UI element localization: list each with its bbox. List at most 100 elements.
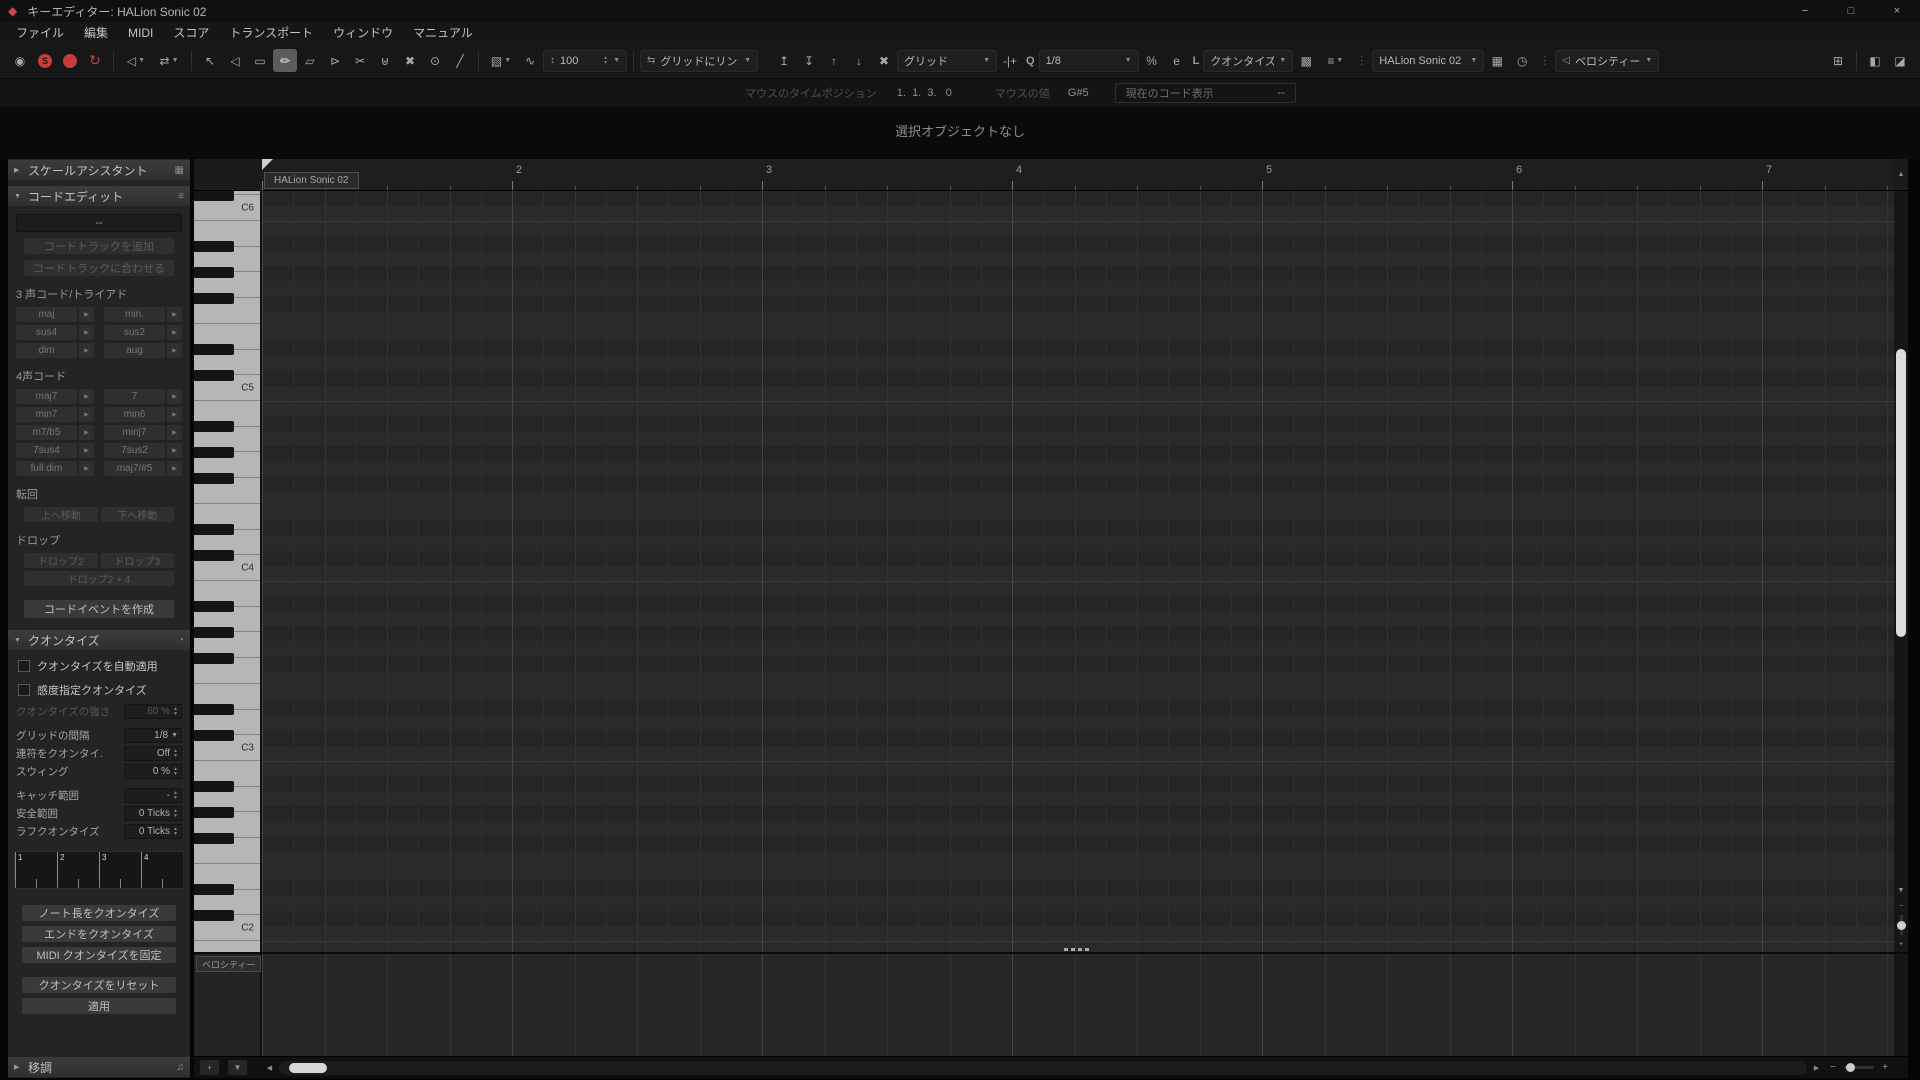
trim-tool-button[interactable]: ⊳: [323, 49, 347, 72]
lower-zone-button[interactable]: ◪: [1888, 49, 1912, 72]
chord-button-sus2[interactable]: sus2: [104, 325, 165, 340]
velocity-lane[interactable]: [262, 954, 1894, 1056]
zoom-preset-menu-button[interactable]: ▼: [228, 1060, 247, 1075]
add-chord-track-button[interactable]: コードトラックを追加: [24, 238, 174, 254]
transpose-down-button[interactable]: ↓: [847, 49, 871, 72]
scrub-tool-button[interactable]: ◁: [223, 49, 247, 72]
param-field-1[interactable]: 1/8 ▼: [124, 728, 182, 743]
menu-item-3[interactable]: スコア: [163, 22, 219, 43]
section-header-transpose[interactable]: ▶ 移調 ♫: [8, 1057, 190, 1077]
chord-button-maj7[interactable]: maj7: [16, 389, 77, 404]
piano-key-black[interactable]: [194, 601, 234, 613]
param-field-2[interactable]: Off ▲ ▼: [124, 746, 182, 761]
param-field-3[interactable]: 0 % ▲ ▼: [124, 764, 182, 779]
horizontal-zoom-handle[interactable]: [1846, 1063, 1855, 1072]
draw-tool-button[interactable]: ✏: [273, 49, 297, 72]
horizontal-zoom-in-button[interactable]: +: [1878, 1060, 1892, 1075]
match-chord-track-button[interactable]: コードトラックに合わせる: [24, 260, 174, 276]
quantize-ends-button[interactable]: エンドをクオンタイズ: [22, 926, 176, 942]
param-spinner[interactable]: ▲ ▼: [173, 808, 178, 819]
glue-tool-button[interactable]: ⊎: [373, 49, 397, 72]
chord-options-arrow-button[interactable]: ▶: [79, 443, 94, 458]
piano-key-black[interactable]: [194, 884, 234, 896]
event-colors-combo[interactable]: ◁ ベロシティー ▼: [1555, 49, 1660, 72]
chord-options-arrow-button[interactable]: ▶: [79, 325, 94, 340]
section-header-quantize[interactable]: ▼ クオンタイズ ◔: [8, 630, 190, 650]
velocity-lane-tag[interactable]: ベロシティー: [196, 956, 262, 972]
lane-resize-handle[interactable]: [1064, 948, 1092, 951]
time-format-button[interactable]: ◷: [1510, 49, 1534, 72]
chord-options-arrow-button[interactable]: ▶: [167, 343, 182, 358]
menu-item-5[interactable]: ウィンドウ: [323, 22, 403, 43]
zoom-tool-button[interactable]: ⊙: [423, 49, 447, 72]
snap-relative-button[interactable]: -|+: [998, 49, 1022, 72]
chord-options-arrow-button[interactable]: ▶: [79, 461, 94, 476]
menu-item-2[interactable]: MIDI: [118, 22, 163, 43]
chord-options-arrow-button[interactable]: ▶: [79, 407, 94, 422]
quantize-lengths-button[interactable]: ノート長をクオンタイズ: [22, 905, 176, 921]
piano-key-black[interactable]: [194, 369, 234, 381]
chord-button-maj75[interactable]: maj7/#5: [104, 461, 165, 476]
step-input-button[interactable]: ▩: [1294, 49, 1318, 72]
horizontal-scroll-thumb[interactable]: [289, 1062, 327, 1073]
chord-button-7sus4[interactable]: 7sus4: [16, 443, 77, 458]
apply-quantize-button[interactable]: 適用: [22, 998, 176, 1014]
solo-editor-pin-icon[interactable]: ◉: [8, 49, 32, 72]
link-to-grid-combo[interactable]: ⇆ グリッドにリンク ▼: [640, 49, 758, 72]
vertical-zoom-handle[interactable]: [1896, 921, 1906, 930]
color-tool-button[interactable]: ▧ ▼: [485, 49, 517, 72]
chord-button-minj7[interactable]: minj7: [104, 425, 165, 440]
piano-key-black[interactable]: [194, 781, 234, 793]
drop2-4-button[interactable]: ドロップ2 + 4: [24, 571, 174, 586]
move-down-button[interactable]: 下へ移動: [100, 507, 174, 522]
piano-key-black[interactable]: [194, 729, 234, 741]
length-spinner[interactable]: ▲ ▼: [603, 55, 608, 66]
menu-item-0[interactable]: ファイル: [6, 22, 74, 43]
auto-apply-checkbox[interactable]: [18, 660, 30, 672]
piano-key-black[interactable]: [194, 446, 234, 458]
param-spinner[interactable]: ▲ ▼: [173, 790, 178, 801]
chord-button-min[interactable]: min.: [104, 307, 165, 322]
chord-button-min6[interactable]: min6: [104, 407, 165, 422]
piano-key-black[interactable]: [194, 421, 234, 433]
chord-options-arrow-button[interactable]: ▶: [79, 307, 94, 322]
menu-item-1[interactable]: 編集: [74, 22, 118, 43]
note-length-group[interactable]: ↕ 100 ▲ ▼ ▼: [543, 49, 627, 72]
reset-quantize-button[interactable]: クオンタイズをリセット: [22, 977, 176, 993]
chord-options-arrow-button[interactable]: ▶: [79, 389, 94, 404]
scroll-up-button[interactable]: ▲: [1894, 159, 1908, 191]
piano-key-black[interactable]: [194, 241, 234, 253]
iq-checkbox[interactable]: [18, 684, 30, 696]
chord-options-arrow-button[interactable]: ▶: [167, 325, 182, 340]
horizontal-scroll-track[interactable]: [279, 1060, 1807, 1075]
piano-key-black[interactable]: [194, 909, 234, 921]
chord-options-arrow-button[interactable]: ▶: [167, 461, 182, 476]
autoscroll-button[interactable]: ⇄ ▼: [153, 49, 185, 72]
part-start-marker[interactable]: [262, 159, 273, 170]
range-tool-button[interactable]: ▭: [248, 49, 272, 72]
chord-button-dim[interactable]: dim: [16, 343, 77, 358]
mixer-button[interactable]: ▦: [1485, 49, 1509, 72]
snap-toggle-button[interactable]: ✖: [872, 49, 896, 72]
horizontal-zoom-out-button[interactable]: −: [1826, 1060, 1840, 1075]
transpose-up-button[interactable]: ↑: [822, 49, 846, 72]
chord-button-min7[interactable]: min7: [16, 407, 77, 422]
piano-key-black[interactable]: [194, 652, 234, 664]
left-zone-button[interactable]: ◧: [1863, 49, 1887, 72]
note-grid[interactable]: [262, 191, 1894, 952]
chord-button-maj[interactable]: maj: [16, 307, 77, 322]
piano-key-white[interactable]: [194, 941, 260, 952]
chord-options-arrow-button[interactable]: ▶: [167, 443, 182, 458]
mute-tool-button[interactable]: ✖: [398, 49, 422, 72]
chord-button-m7b5[interactable]: m7/b5: [16, 425, 77, 440]
vertical-scroll-thumb[interactable]: [1896, 349, 1906, 637]
piano-key-black[interactable]: [194, 344, 234, 356]
vertical-zoom-out-button[interactable]: −: [1894, 898, 1908, 914]
chord-options-arrow-button[interactable]: ▶: [79, 425, 94, 440]
solo-editor-button[interactable]: S: [33, 49, 57, 72]
freeze-quantize-button[interactable]: MIDI クオンタイズを固定: [22, 947, 176, 963]
param-spinner[interactable]: ▲ ▼: [173, 748, 178, 759]
acoustic-feedback-button[interactable]: ◁ ▼: [120, 49, 152, 72]
select-tool-button[interactable]: ↖: [198, 49, 222, 72]
timeline-ruler[interactable]: HALion Sonic 02 2 3 4 5 6 7: [262, 159, 1894, 191]
